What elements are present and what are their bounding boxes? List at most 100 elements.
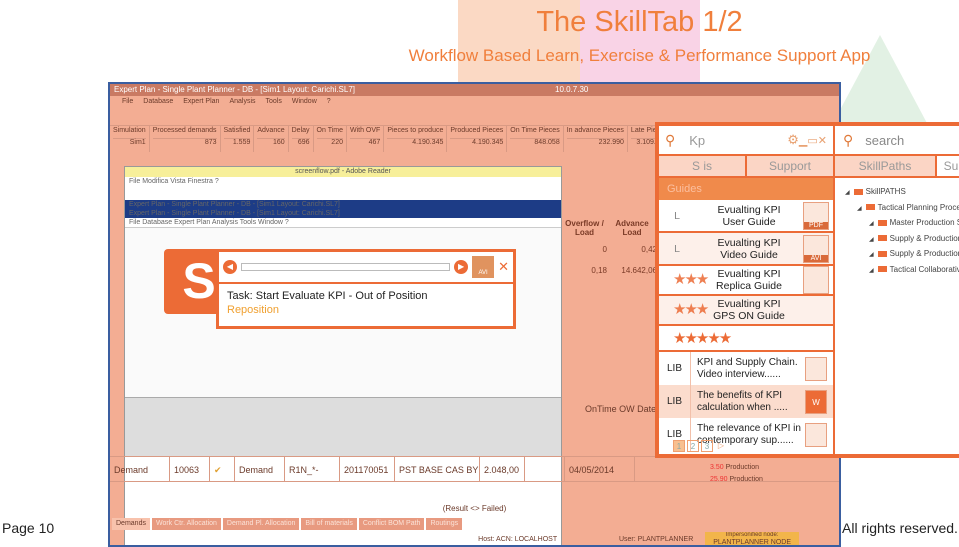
tab-demand-pl[interactable]: Demand Pl. Allocation bbox=[222, 518, 300, 530]
expand-icon[interactable]: ◢ bbox=[869, 252, 874, 258]
cell bbox=[525, 457, 565, 481]
tab-work-ctr[interactable]: Work Ctr. Allocation bbox=[151, 518, 221, 530]
word-icon[interactable]: W bbox=[805, 389, 827, 414]
tree-item[interactable]: ◢ Supply & Production Pl bbox=[835, 231, 959, 247]
page-2[interactable]: 2 bbox=[687, 440, 699, 452]
tab-support[interactable]: Support bbox=[745, 156, 833, 176]
cell: 4.190.345 bbox=[412, 139, 444, 146]
status-mode: PLANTPLANNER NODE bbox=[713, 539, 791, 546]
cell: 10063 bbox=[170, 457, 210, 481]
guide-item[interactable]: Evualting KPI GPS ON Guide ★★★ bbox=[659, 296, 833, 326]
guide-title: Evualting KPI Replica Guide bbox=[695, 268, 803, 292]
tab-support[interactable]: Su bbox=[935, 156, 959, 176]
col-header: Advance Load bbox=[615, 219, 649, 237]
progress-bar[interactable] bbox=[241, 263, 451, 271]
expand-icon[interactable]: ◢ bbox=[869, 221, 874, 227]
next-page-icon[interactable]: ▷ bbox=[715, 440, 727, 452]
col-header: Advance bbox=[257, 127, 285, 139]
cell: 1.559 bbox=[232, 139, 251, 146]
cell: R1N_*- bbox=[285, 457, 340, 481]
library-item[interactable]: LIB The benefits of KPI calculation when … bbox=[659, 385, 833, 418]
cell: 232.990 bbox=[598, 139, 624, 146]
col-header: With OVF bbox=[349, 127, 381, 139]
tree-item[interactable]: ◢ Tactical Collaborative Pl bbox=[835, 262, 959, 278]
tab-demands[interactable]: Demands bbox=[112, 518, 150, 530]
guide-item[interactable]: L Evualting KPI User Guide PDF bbox=[659, 200, 833, 233]
tab-skillpaths[interactable]: S is bbox=[659, 156, 745, 176]
pdf-toolbar bbox=[125, 186, 561, 200]
expand-icon[interactable]: ◢ bbox=[857, 206, 862, 212]
skillpaths-panel: ⚲ search SkillPaths Su ◢ SkillPATHS ◢ Tacti… bbox=[835, 122, 959, 458]
check-icon: ✔ bbox=[214, 465, 222, 475]
rating[interactable]: ★★★★★ bbox=[659, 326, 833, 352]
tab-conflict[interactable]: Conflict BOM Path bbox=[358, 518, 425, 530]
expand-icon[interactable]: ◢ bbox=[869, 268, 874, 274]
grid-column: On Time Pieces 848.058 bbox=[507, 126, 564, 152]
status-mode-label: Impersonified node: bbox=[725, 532, 779, 538]
menu-window[interactable]: Window bbox=[292, 98, 317, 105]
window-title: Expert Plan - Single Plant Planner - DB … bbox=[114, 85, 355, 94]
menu-database[interactable]: Database bbox=[143, 98, 173, 105]
cell: Demand bbox=[235, 457, 285, 481]
cell: Production bbox=[725, 464, 760, 471]
tab-bom[interactable]: Bill of materials bbox=[301, 518, 357, 530]
guide-title: Evualting KPI User Guide bbox=[695, 204, 803, 228]
pdf-icon[interactable] bbox=[805, 422, 827, 447]
avi-icon[interactable]: AVI bbox=[472, 256, 495, 278]
library-text: KPI and Supply Chain. Video interview...… bbox=[697, 356, 798, 380]
page-number: Page 10 bbox=[2, 520, 55, 536]
next-icon[interactable]: ▶ bbox=[454, 260, 469, 274]
tree-item[interactable]: ◢ Master Production Sche bbox=[835, 215, 959, 231]
folder-icon bbox=[865, 204, 875, 211]
grid-column: Satisfied 1.559 bbox=[221, 126, 255, 152]
cell: Production bbox=[729, 476, 763, 483]
tab-skillpaths[interactable]: SkillPaths bbox=[835, 156, 935, 176]
prev-icon[interactable]: ◀ bbox=[223, 260, 237, 274]
col-header: In advance Pieces bbox=[566, 127, 624, 139]
page-1[interactable]: 1 bbox=[673, 440, 685, 452]
minimize-icon[interactable]: ▁ bbox=[799, 134, 807, 147]
status-host: Host: ACN: LOCALHOST bbox=[478, 536, 557, 543]
library-item[interactable]: LIB KPI and Supply Chain. Video interview… bbox=[659, 352, 833, 385]
guide-item[interactable]: L Evualting KPI Video Guide AVI bbox=[659, 233, 833, 266]
grid-column: Pieces to produce 4.190.345 bbox=[384, 126, 448, 152]
guides-list: L Evualting KPI User Guide PDF L Evualting KP… bbox=[659, 200, 833, 326]
menu-file[interactable]: File bbox=[122, 98, 133, 105]
expand-icon[interactable]: ◢ bbox=[845, 190, 850, 196]
menu-help[interactable]: ? bbox=[327, 98, 331, 105]
star-rating[interactable]: ★★★★★ bbox=[673, 329, 732, 347]
skillpaths-tree: ◢ SkillPATHS ◢ Tactical Planning Process ◢ Ma… bbox=[835, 178, 959, 277]
gear-icon[interactable]: ⚙ bbox=[787, 132, 799, 148]
menu-tools[interactable]: Tools bbox=[266, 98, 282, 105]
avi-icon[interactable] bbox=[805, 356, 827, 381]
skilltab-icon bbox=[853, 188, 863, 195]
menu-expert-plan[interactable]: Expert Plan bbox=[183, 98, 219, 105]
tree-item[interactable]: ◢ Tactical Planning Process bbox=[835, 200, 959, 216]
menu-analysis[interactable]: Analysis bbox=[229, 98, 255, 105]
folder-icon bbox=[877, 266, 887, 273]
maximize-icon[interactable]: ▭ bbox=[807, 134, 817, 147]
page-3[interactable]: 3 bbox=[701, 440, 713, 452]
skilltab-panel: ⚲ Kp ⚙ ▁ ▭ ✕ S is Support Guides L Evualt… bbox=[655, 122, 837, 458]
cell: 848.058 bbox=[534, 139, 560, 146]
close-icon[interactable]: ✕ bbox=[818, 134, 827, 147]
icon-badge: AVI bbox=[804, 254, 828, 262]
grid-column: In advance Pieces 232.990 bbox=[564, 126, 628, 152]
expand-icon[interactable]: ◢ bbox=[869, 237, 874, 243]
cell: 220 bbox=[331, 139, 343, 146]
grid-column: Delay 696 bbox=[289, 126, 314, 152]
search-input[interactable]: search bbox=[865, 133, 904, 148]
tab-routings[interactable]: Routings bbox=[426, 518, 463, 530]
avi-icon[interactable]: AVI bbox=[803, 234, 829, 263]
tree-item[interactable]: ◢ SkillPATHS bbox=[835, 184, 959, 200]
cell: 4.190.345 bbox=[472, 139, 504, 146]
menu-bar: File Database Expert Plan Analysis Tools Wind… bbox=[110, 96, 839, 108]
col-header: Overflow / Load bbox=[565, 219, 604, 237]
guide-item[interactable]: Evualting KPI Replica Guide ★★★ bbox=[659, 266, 833, 296]
tree-item[interactable]: ◢ Supply & Production Pl bbox=[835, 246, 959, 262]
cell: 873 bbox=[204, 139, 217, 146]
skilltab-icon[interactable] bbox=[803, 266, 829, 294]
pdf-icon[interactable]: PDF bbox=[803, 201, 829, 230]
search-input[interactable]: Kp bbox=[689, 133, 787, 148]
close-icon[interactable]: ✕ bbox=[498, 259, 509, 275]
